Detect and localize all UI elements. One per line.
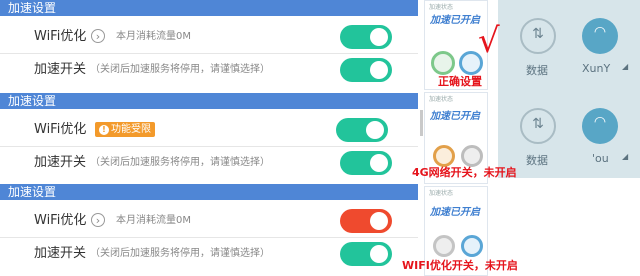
panel-title: 加速状态	[429, 4, 454, 11]
accel-warning-text: （关闭后加速服务将停用，请谨慎选择）	[90, 157, 270, 168]
accel-switch-row[interactable]: 加速开关 （关闭后加速服务将停用，请谨慎选择）	[0, 148, 418, 177]
wifi-opt-label: WiFi优化	[34, 213, 87, 228]
accel-on-logo: 加速已开启	[430, 207, 480, 218]
section-1-header: 加速设置	[0, 0, 418, 16]
accel-switch-toggle[interactable]	[340, 58, 392, 82]
accel-switch-row[interactable]: 加速开关 （关闭后加速服务将停用，请谨慎选择）	[0, 239, 418, 268]
scrollbar-thumb[interactable]	[420, 110, 423, 136]
data-label: 数据	[526, 154, 548, 167]
correct-setting-annotation: 正确设置	[438, 75, 482, 88]
quick-settings-top: ⇅ 数据 ◠ XunY ◢	[498, 0, 640, 94]
accel-switch-label: 加速开关	[34, 155, 87, 170]
accel-warning-text: （关闭后加速服务将停用，请谨慎选择）	[90, 64, 270, 75]
quick-settings-bottom: ⇅ 数据 ◠ 'ou ◢	[498, 94, 640, 178]
wifi-opt-label: WiFi优化	[34, 29, 87, 44]
accel-on-logo: 加速已开启	[430, 15, 480, 26]
wifi-opt-toggle[interactable]	[340, 25, 392, 49]
wifi-icon[interactable]: ◠	[582, 18, 618, 54]
wifi-opt-row[interactable]: WiFi优化 ! 功能受限	[0, 115, 418, 144]
divider	[0, 53, 418, 54]
checkmark-annotation: √	[478, 21, 500, 61]
accel-on-logo: 加速已开启	[430, 111, 480, 122]
section-2-header: 加速设置	[0, 93, 418, 109]
section-3-header: 加速设置	[0, 184, 418, 200]
wifi-off-annotation: WIFI优化开关，未开启	[402, 259, 518, 272]
accel-switch-label: 加速开关	[34, 62, 87, 77]
wifi-ssid-label: XunY	[582, 62, 611, 75]
accel-switch-row[interactable]: 加速开关 （关闭后加速服务将停用，请谨慎选择）	[0, 55, 418, 84]
mobile-data-icon[interactable]: ⇅	[520, 108, 556, 144]
mobile-data-icon[interactable]: ⇅	[520, 18, 556, 54]
wifi-opt-row[interactable]: WiFi优化 › 本月消耗流量0M	[0, 206, 418, 235]
4g-status-icon	[461, 235, 483, 257]
panel-title: 加速状态	[429, 96, 454, 103]
divider	[0, 146, 418, 147]
4g-off-annotation: 4G网络开关，未开启	[412, 166, 517, 179]
accel-warning-text: （关闭后加速服务将停用，请谨慎选择）	[90, 248, 270, 259]
caret-icon: ◢	[622, 152, 629, 161]
warning-icon: !	[99, 125, 109, 135]
chevron-right-icon[interactable]: ›	[91, 29, 105, 43]
divider	[0, 237, 418, 238]
wifi-status-icon	[433, 235, 455, 257]
feature-limited-badge: ! 功能受限	[95, 122, 155, 137]
wifi-opt-toggle[interactable]	[340, 209, 392, 233]
chevron-right-icon[interactable]: ›	[91, 213, 105, 227]
wifi-usage-text: 本月消耗流量0M	[116, 215, 191, 226]
wifi-icon[interactable]: ◠	[582, 108, 618, 144]
wifi-opt-toggle[interactable]	[336, 118, 388, 142]
panel-title: 加速状态	[429, 190, 454, 197]
wifi-opt-row[interactable]: WiFi优化 › 本月消耗流量0M	[0, 22, 418, 51]
data-label: 数据	[526, 64, 548, 77]
caret-icon: ◢	[622, 62, 629, 71]
wifi-status-icon	[431, 51, 455, 75]
accel-switch-label: 加速开关	[34, 246, 87, 261]
wifi-opt-label: WiFi优化	[34, 122, 87, 137]
accel-switch-toggle[interactable]	[340, 151, 392, 175]
wifi-ssid-label: 'ou	[592, 152, 609, 165]
wifi-usage-text: 本月消耗流量0M	[116, 31, 191, 42]
accel-switch-toggle[interactable]	[340, 242, 392, 266]
